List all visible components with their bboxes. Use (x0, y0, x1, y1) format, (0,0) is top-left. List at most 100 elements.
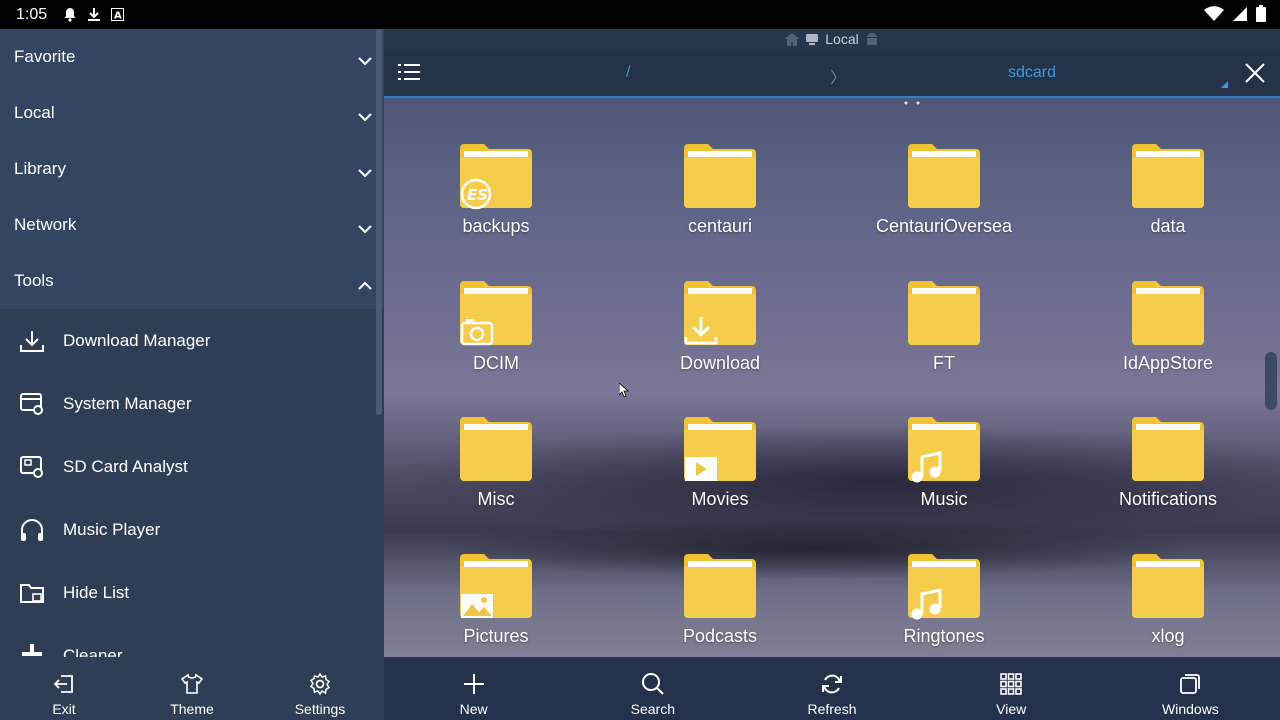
signal-icon (1233, 6, 1247, 21)
folder-item-music[interactable]: Music (854, 415, 1034, 510)
sidebar: Favorite Local Library Network Tools Downloa… (0, 29, 384, 657)
tool-item-label: SD Card Analyst (63, 456, 188, 476)
refresh-icon (820, 671, 844, 697)
folder-icon (906, 552, 982, 620)
sidebar-scrollbar[interactable] (376, 29, 382, 415)
folder-name: backups (462, 216, 530, 236)
search-button[interactable]: Search (563, 657, 742, 720)
windows-button-label: Windows (1162, 701, 1219, 717)
new-button[interactable]: New (384, 657, 563, 720)
tool-item-music-player[interactable]: Music Player (0, 498, 384, 561)
system-manager-icon (18, 390, 46, 418)
list-menu-icon[interactable] (398, 63, 420, 81)
folder-name: Music (920, 489, 968, 509)
folder-item-pictures[interactable]: Pictures (406, 552, 586, 647)
download-status-icon (88, 8, 101, 21)
refresh-button-label: Refresh (807, 701, 857, 717)
folder-item-centaurioversea[interactable]: CentauriOversea (854, 142, 1034, 237)
theme-button[interactable]: Theme (128, 657, 256, 720)
path-current[interactable]: sdcard (1008, 64, 1056, 82)
folder-item-xlog[interactable]: xlog (1078, 552, 1258, 647)
sidebar-section-label: Tools (14, 271, 54, 290)
folder-name: Notifications (1118, 489, 1218, 509)
home-icon[interactable] (785, 32, 800, 46)
main-bottom-bar: New Search Refresh View Windows (384, 657, 1280, 720)
folder-item-podcasts[interactable]: Podcasts (630, 552, 810, 647)
sidebar-section-favorite[interactable]: Favorite (0, 29, 384, 85)
wifi-icon (1204, 5, 1224, 21)
folder-item-centauri[interactable]: centauri (630, 142, 810, 237)
battery-icon (1256, 5, 1266, 22)
sidebar-section-label: Favorite (14, 47, 76, 66)
folder-icon (682, 415, 758, 483)
folder-name: Download (679, 353, 761, 373)
tool-item-label: System Manager (63, 393, 192, 413)
chevron-down-icon (358, 219, 372, 239)
path-dropdown-indicator[interactable] (1221, 81, 1228, 88)
tool-item-system-manager[interactable]: System Manager (0, 372, 384, 435)
folder-item-notifications[interactable]: Notifications (1078, 415, 1258, 510)
folder-item-ft[interactable]: FT (854, 279, 1034, 374)
shirt-icon (180, 671, 204, 697)
tab-local-label[interactable]: Local (825, 31, 858, 47)
folder-item-ringtones[interactable]: Ringtones (854, 552, 1034, 647)
mouse-cursor-icon (619, 383, 629, 398)
sidebar-section-tools[interactable]: Tools (0, 253, 384, 309)
tool-item-cleaner[interactable]: Cleaner (0, 624, 384, 657)
folder-item-misc[interactable]: Misc (406, 415, 586, 510)
exit-button[interactable]: Exit (0, 657, 128, 720)
windows-icon (1178, 671, 1202, 697)
folder-icon (906, 142, 982, 210)
plus-icon (462, 671, 486, 697)
cleaner-icon (18, 642, 46, 658)
refresh-button[interactable]: Refresh (742, 657, 921, 720)
folder-item-dcim[interactable]: DCIM (406, 279, 586, 374)
android-icon (866, 32, 877, 45)
tool-item-label: Hide List (63, 582, 130, 602)
folder-name: Misc (477, 489, 515, 509)
headphones-icon (18, 516, 46, 544)
window-tab-strip: Local (384, 29, 1280, 49)
folder-item-backups[interactable]: ES backups (406, 142, 586, 237)
grid-icon (999, 671, 1023, 697)
close-icon[interactable] (1244, 62, 1266, 84)
new-button-label: New (459, 701, 488, 717)
folder-name: CentauriOversea (875, 216, 1013, 236)
view-button-label: View (996, 701, 1027, 717)
folder-name: data (1150, 216, 1186, 236)
folder-item-download[interactable]: Download (630, 279, 810, 374)
tool-item-label: Download Manager (63, 330, 211, 350)
folder-item-data[interactable]: data (1078, 142, 1258, 237)
view-button[interactable]: View (922, 657, 1101, 720)
settings-button-label: Settings (294, 701, 346, 717)
local-device-icon (806, 34, 819, 45)
settings-button[interactable]: Settings (256, 657, 384, 720)
windows-button[interactable]: Windows (1101, 657, 1280, 720)
sidebar-section-network[interactable]: Network (0, 197, 384, 253)
sidebar-section-library[interactable]: Library (0, 141, 384, 197)
tool-item-download-manager[interactable]: Download Manager (0, 309, 384, 372)
folder-item-movies[interactable]: Movies (630, 415, 810, 510)
path-separator: 〉 (830, 70, 847, 87)
folder-name: DCIM (473, 353, 519, 373)
download-icon (18, 327, 46, 355)
tool-item-sd-card-analyst[interactable]: SD Card Analyst (0, 435, 384, 498)
sidebar-section-local[interactable]: Local (0, 85, 384, 141)
status-time: 1:05 (16, 5, 48, 23)
notification-bell-icon (64, 8, 76, 22)
folder-item-idappstore[interactable]: IdAppStore (1078, 279, 1258, 374)
folder-name: Movies (691, 489, 749, 509)
tool-item-label: Music Player (63, 519, 161, 539)
folder-icon (682, 552, 758, 620)
gear-icon (308, 671, 332, 697)
exit-button-label: Exit (52, 701, 76, 717)
search-icon (641, 671, 665, 697)
grid-scrollbar[interactable] (1265, 352, 1277, 410)
sd-card-icon (18, 453, 46, 481)
folder-icon (1130, 415, 1206, 483)
path-root[interactable]: / (626, 64, 630, 82)
sidebar-bottom-bar: Exit Theme Settings (0, 657, 384, 720)
tool-item-hide-list[interactable]: Hide List (0, 561, 384, 624)
folder-icon (682, 279, 758, 347)
folder-icon (458, 415, 534, 483)
